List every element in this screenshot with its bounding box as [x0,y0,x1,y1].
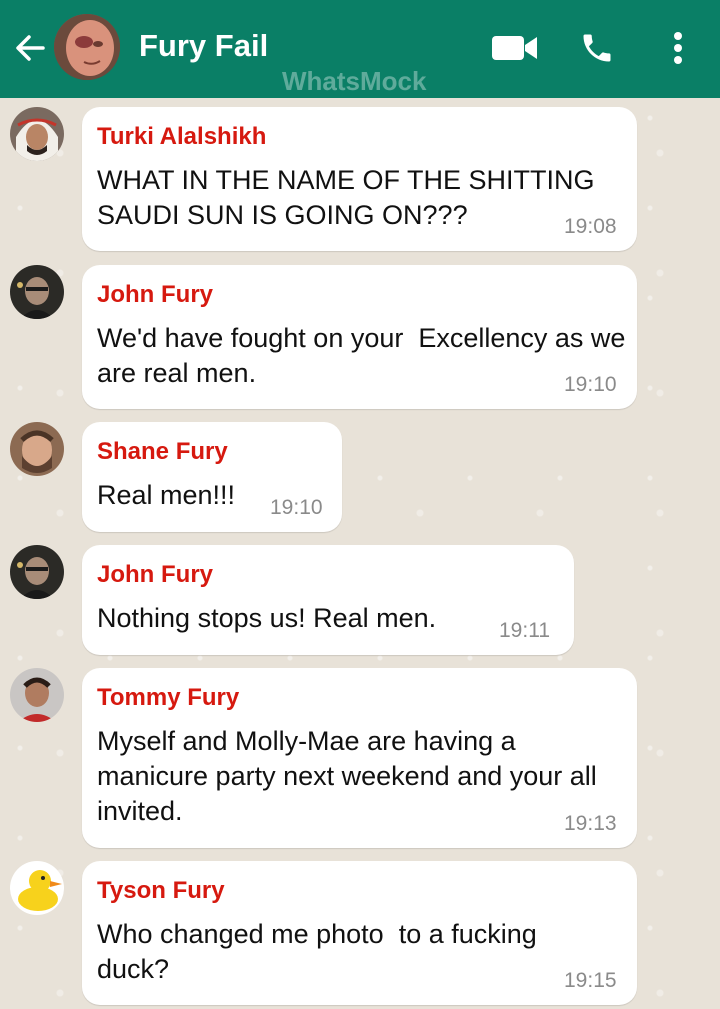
watermark: WhatsMock [282,66,427,96]
group-avatar-image [54,14,120,80]
message-text: We'd have fought on your Excellency as w… [97,323,633,388]
video-call-icon [492,36,537,60]
avatar-tommy-fury[interactable] [10,668,64,722]
sender-name: Shane Fury [97,438,228,465]
message-text: Real men!!! [97,480,236,510]
back-button[interactable] [10,28,50,68]
message-bubble[interactable]: Shane Fury Real men!!! 19:10 [82,422,342,532]
more-vert-icon [674,32,682,64]
message-time: 19:11 [499,619,550,642]
message-text: Nothing stops us! Real men. [97,603,437,633]
message-time: 19:13 [564,812,617,835]
message-text: Myself and Molly-Mae are having a manicu… [97,726,597,826]
sender-name: John Fury [97,281,214,308]
message-bubble[interactable]: Turki Alalshikh WHAT IN THE NAME OF THE … [82,107,637,251]
avatar-image [10,545,64,599]
chat-title[interactable]: Fury Fail [139,28,268,64]
rubber-duck-icon [10,861,64,915]
more-options-button[interactable] [662,28,694,68]
sender-name: Tommy Fury [97,684,240,711]
message-bubble[interactable]: Tommy Fury Myself and Molly-Mae are havi… [82,668,637,848]
phone-icon [583,34,611,62]
message-time: 19:10 [564,373,617,396]
message-text: WHAT IN THE NAME OF THE SHITTING SAUDI S… [97,165,595,230]
message-time: 19:10 [270,496,323,519]
message-bubble[interactable]: John Fury We'd have fought on your Excel… [82,265,637,409]
avatar-image [10,107,64,161]
chat-header: Fury Fail WhatsMock [0,0,720,98]
avatar-image [10,265,64,319]
avatar-john-fury[interactable] [10,545,64,599]
avatar-shane-fury[interactable] [10,422,64,476]
message-bubble[interactable]: Tyson Fury Who changed me photo to a fuc… [82,861,637,1005]
message-text: Who changed me photo to a fucking duck? [97,919,545,984]
back-arrow-icon [16,35,45,61]
video-call-button[interactable] [490,28,540,68]
voice-call-button[interactable] [575,28,619,68]
avatar-john-fury[interactable] [10,265,64,319]
message-bubble[interactable]: John Fury Nothing stops us! Real men. 19… [82,545,574,655]
avatar-image [10,668,64,722]
group-avatar[interactable] [54,14,120,80]
avatar-tyson-fury[interactable] [10,861,64,915]
sender-name: John Fury [97,561,214,588]
avatar-turki-alalshikh[interactable] [10,107,64,161]
message-time: 19:15 [564,969,617,992]
message-time: 19:08 [564,215,617,238]
sender-name: Turki Alalshikh [97,123,267,150]
avatar-image [10,422,64,476]
sender-name: Tyson Fury [97,877,225,904]
